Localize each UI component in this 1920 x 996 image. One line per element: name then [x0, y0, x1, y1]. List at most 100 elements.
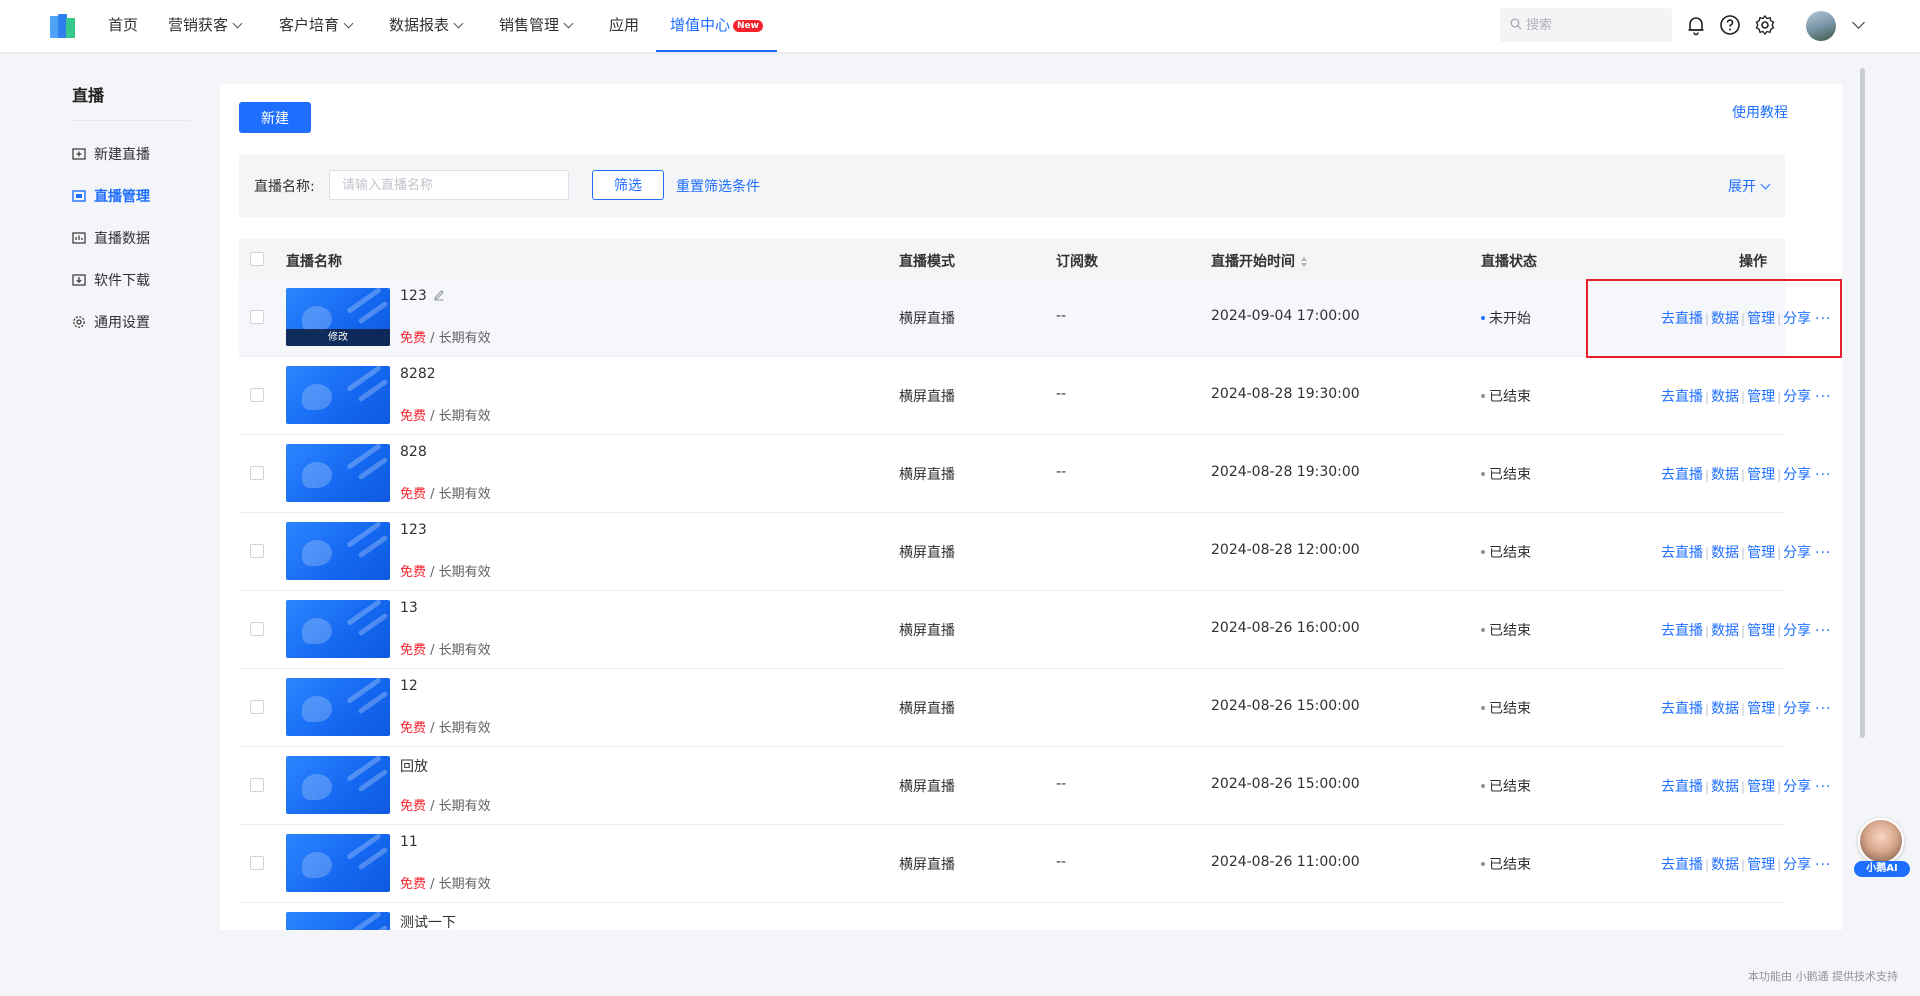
user-avatar[interactable]: [1806, 11, 1836, 41]
live-cover-thumbnail[interactable]: [286, 756, 390, 814]
action-separator: |: [1741, 780, 1746, 794]
row-checkbox[interactable]: [250, 544, 264, 558]
edit-pencil-icon[interactable]: [433, 289, 445, 301]
nav-data-reports[interactable]: 数据报表: [389, 0, 464, 52]
settings-gear-icon[interactable]: [1753, 13, 1777, 37]
nav-apps[interactable]: 应用: [609, 0, 639, 52]
live-cover-thumbnail[interactable]: 修改: [286, 288, 390, 346]
scrollbar[interactable]: [1860, 68, 1865, 738]
sidebar-item-software-download[interactable]: 软件下载: [72, 269, 150, 293]
more-actions-icon[interactable]: ···: [1815, 389, 1831, 405]
go-live-link[interactable]: 去直播: [1661, 701, 1703, 717]
header-start-time[interactable]: 直播开始时间: [1211, 251, 1308, 271]
data-link[interactable]: 数据: [1711, 857, 1739, 873]
table-row[interactable]: 测试一下: [239, 903, 1785, 930]
table-row[interactable]: 8282 免费 / 长期有效 横屏直播 -- 2024-08-28 19:30:00 已结…: [239, 357, 1830, 435]
data-link[interactable]: 数据: [1711, 389, 1739, 405]
search-input[interactable]: [1526, 8, 1666, 42]
search-box[interactable]: [1500, 8, 1672, 42]
manage-link[interactable]: 管理: [1747, 389, 1775, 405]
go-live-link[interactable]: 去直播: [1661, 545, 1703, 561]
data-link[interactable]: 数据: [1711, 545, 1739, 561]
sidebar-divider: [72, 120, 190, 121]
nav-sales[interactable]: 销售管理: [499, 0, 574, 52]
sidebar-item-live-data[interactable]: 直播数据: [72, 227, 150, 251]
manage-link[interactable]: 管理: [1747, 857, 1775, 873]
nav-marketing[interactable]: 营销获客: [168, 0, 243, 52]
live-mode: 横屏直播: [899, 389, 955, 405]
reset-filter-link[interactable]: 重置筛选条件: [676, 176, 760, 196]
table-row[interactable]: 123 免费 / 长期有效 横屏直播 2024-08-28 12:00:00 已结束 去直…: [239, 513, 1830, 591]
row-checkbox[interactable]: [250, 466, 264, 480]
nav-value-added[interactable]: 增值中心 New: [656, 0, 777, 52]
live-cover-thumbnail[interactable]: [286, 600, 390, 658]
more-actions-icon[interactable]: ···: [1815, 545, 1831, 561]
live-cover-thumbnail[interactable]: [286, 522, 390, 580]
sidebar-item-live-manage[interactable]: 直播管理: [72, 185, 150, 209]
tutorial-link[interactable]: 使用教程: [1732, 102, 1788, 122]
ai-assistant-label[interactable]: 小鹅AI: [1854, 861, 1910, 877]
more-actions-icon[interactable]: ···: [1815, 779, 1831, 795]
row-checkbox[interactable]: [250, 622, 264, 636]
new-live-button[interactable]: 新建: [239, 102, 311, 133]
filter-button[interactable]: 筛选: [592, 170, 664, 200]
sidebar-item-general-settings[interactable]: 通用设置: [72, 311, 150, 335]
share-link[interactable]: 分享: [1783, 779, 1811, 795]
live-cover-thumbnail[interactable]: [286, 366, 390, 424]
go-live-link[interactable]: 去直播: [1661, 467, 1703, 483]
live-cover-thumbnail[interactable]: [286, 678, 390, 736]
table-row[interactable]: 回放 免费 / 长期有效 横屏直播 -- 2024-08-26 15:00:00 已结束 去…: [239, 747, 1830, 825]
manage-link[interactable]: 管理: [1747, 701, 1775, 717]
more-actions-icon[interactable]: ···: [1815, 701, 1831, 717]
table-row[interactable]: 13 免费 / 长期有效 横屏直播 2024-08-26 16:00:00 已结束 去直播…: [239, 591, 1830, 669]
live-cover-thumbnail[interactable]: [286, 834, 390, 892]
sidebar-item-new-live[interactable]: 新建直播: [72, 143, 150, 167]
share-link[interactable]: 分享: [1783, 545, 1811, 561]
select-all-checkbox[interactable]: [250, 252, 264, 266]
subscription-count: --: [1056, 386, 1067, 402]
table-row[interactable]: 12 免费 / 长期有效 横屏直播 2024-08-26 15:00:00 已结束 去直播…: [239, 669, 1830, 747]
manage-link[interactable]: 管理: [1747, 779, 1775, 795]
share-link[interactable]: 分享: [1783, 467, 1811, 483]
row-checkbox[interactable]: [250, 310, 264, 324]
live-cover-thumbnail[interactable]: [286, 912, 390, 930]
table-row[interactable]: 修改 123 免费 / 长期有效 横屏直播 -- 2024-09-04 17:00:00 未…: [239, 279, 1830, 357]
share-link[interactable]: 分享: [1783, 623, 1811, 639]
data-link[interactable]: 数据: [1711, 467, 1739, 483]
edit-cover-label[interactable]: 修改: [286, 329, 390, 346]
manage-link[interactable]: 管理: [1747, 623, 1775, 639]
data-link[interactable]: 数据: [1711, 701, 1739, 717]
expand-filter-link[interactable]: 展开: [1728, 176, 1771, 196]
share-link[interactable]: 分享: [1783, 701, 1811, 717]
go-live-link[interactable]: 去直播: [1661, 779, 1703, 795]
table-row[interactable]: 11 免费 / 长期有效 横屏直播 -- 2024-08-26 11:00:00 已结束 去…: [239, 825, 1830, 903]
nav-customer-nurture[interactable]: 客户培育: [279, 0, 354, 52]
go-live-link[interactable]: 去直播: [1661, 623, 1703, 639]
go-live-link[interactable]: 去直播: [1661, 389, 1703, 405]
app-logo-icon[interactable]: [46, 12, 80, 40]
bell-icon[interactable]: [1684, 13, 1708, 37]
share-link[interactable]: 分享: [1783, 857, 1811, 873]
share-link[interactable]: 分享: [1783, 389, 1811, 405]
table-row[interactable]: 828 免费 / 长期有效 横屏直播 -- 2024-08-28 19:30:00 已结束…: [239, 435, 1830, 513]
live-cover-thumbnail[interactable]: [286, 444, 390, 502]
more-actions-icon[interactable]: ···: [1815, 467, 1831, 483]
nav-home[interactable]: 首页: [108, 0, 138, 52]
row-checkbox[interactable]: [250, 388, 264, 402]
live-name-input[interactable]: [329, 170, 569, 200]
more-actions-icon[interactable]: ···: [1815, 623, 1831, 639]
data-link[interactable]: 数据: [1711, 623, 1739, 639]
chevron-down-icon[interactable]: [1852, 16, 1865, 29]
data-link[interactable]: 数据: [1711, 779, 1739, 795]
manage-link[interactable]: 管理: [1747, 467, 1775, 483]
live-status: 已结束: [1481, 542, 1531, 562]
row-checkbox[interactable]: [250, 856, 264, 870]
sort-icon[interactable]: [1300, 256, 1308, 268]
help-icon[interactable]: [1718, 13, 1742, 37]
go-live-link[interactable]: 去直播: [1661, 857, 1703, 873]
manage-link[interactable]: 管理: [1747, 545, 1775, 561]
more-actions-icon[interactable]: ···: [1815, 857, 1831, 873]
row-checkbox[interactable]: [250, 778, 264, 792]
row-checkbox[interactable]: [250, 700, 264, 714]
ai-assistant-avatar[interactable]: [1858, 818, 1904, 864]
